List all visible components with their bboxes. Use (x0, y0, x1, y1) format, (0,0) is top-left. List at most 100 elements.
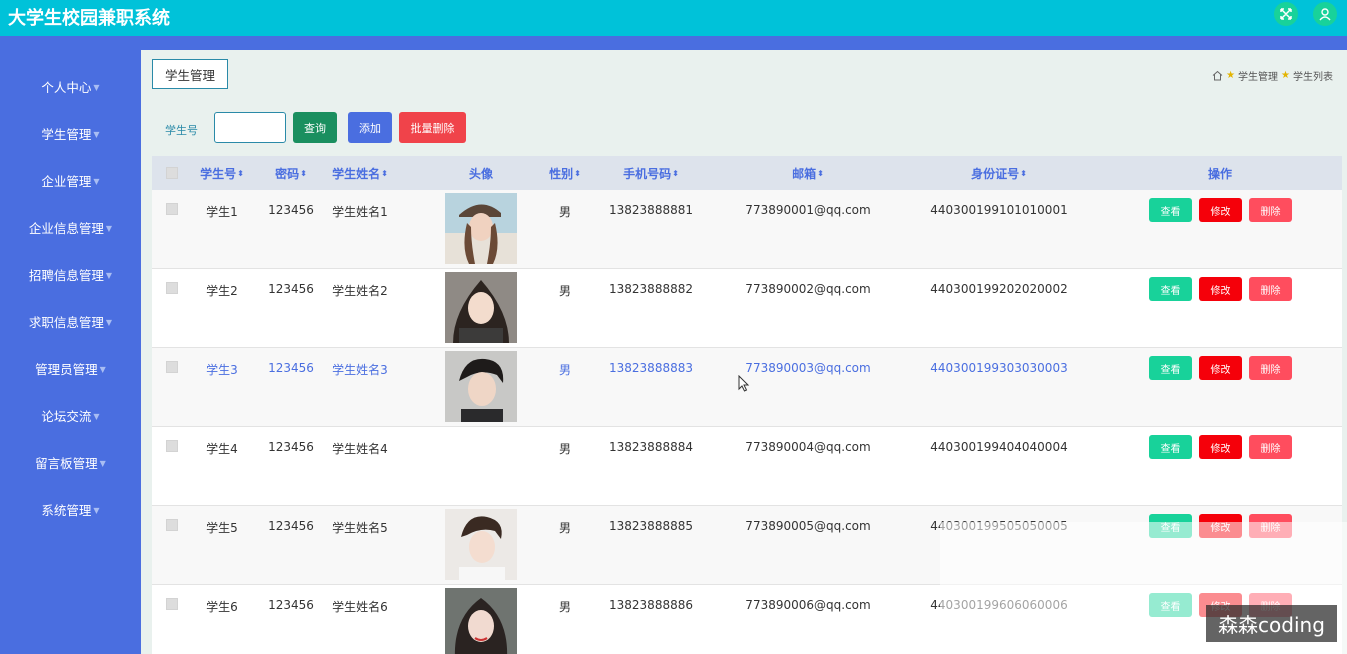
delete-button[interactable]: 删除 (1249, 277, 1292, 301)
cell-student-no: 学生3 (206, 363, 238, 377)
app-title: 大学生校园兼职系统 (8, 8, 170, 29)
chevron-down-icon: ▼ (93, 82, 100, 92)
column-header-student-no[interactable]: 学生号 ⬍ (200, 156, 244, 190)
cell-id-no: 440300199404040004 (930, 440, 1068, 454)
sidebar-item-job-seeking[interactable]: 求职信息管理 ▼ (0, 306, 141, 336)
row-checkbox[interactable] (166, 440, 178, 452)
row-checkbox[interactable] (166, 361, 178, 373)
view-button[interactable]: 查看 (1149, 198, 1192, 222)
chevron-down-icon: ▼ (93, 129, 100, 139)
column-header-label: 密码 (275, 166, 300, 181)
select-all-checkbox[interactable] (166, 167, 178, 179)
sidebar-item-companies[interactable]: 企业管理 ▼ (0, 165, 141, 195)
chevron-down-icon: ▼ (105, 223, 113, 233)
sidebar-item-students[interactable]: 学生管理 ▼ (0, 118, 141, 148)
sidebar-item-label: 系统管理 (41, 502, 92, 518)
cell-phone: 13823888882 (609, 282, 693, 296)
edit-button[interactable]: 修改 (1199, 198, 1242, 222)
sidebar-item-forum[interactable]: 论坛交流 ▼ (0, 400, 141, 430)
chevron-down-icon: ▼ (93, 411, 100, 421)
header-strip (0, 36, 1347, 50)
cell-password: 123456 (268, 598, 314, 612)
add-button[interactable]: 添加 (348, 112, 392, 143)
cell-name: 学生姓名2 (332, 284, 388, 298)
sidebar-item-company-info[interactable]: 企业信息管理 ▼ (0, 212, 141, 242)
column-header-password[interactable]: 密码 ⬍ (275, 156, 307, 190)
view-button[interactable]: 查看 (1149, 356, 1192, 380)
sort-icon: ⬍ (237, 168, 244, 178)
cell-email: 773890003@qq.com (745, 361, 871, 375)
expand-icon[interactable] (1274, 2, 1298, 26)
cell-password: 123456 (268, 361, 314, 375)
home-icon[interactable] (1212, 70, 1223, 81)
user-icon[interactable] (1313, 2, 1337, 26)
column-header-label: 学生号 (200, 166, 237, 181)
column-header-email[interactable]: 邮箱 ⬍ (792, 156, 824, 190)
query-button[interactable]: 查询 (293, 112, 337, 143)
cell-email: 773890006@qq.com (745, 598, 871, 612)
row-checkbox[interactable] (166, 282, 178, 294)
view-button[interactable]: 查看 (1149, 435, 1192, 459)
table-row[interactable]: 学生2 123456 学生姓名2 男 13823888882 773890002… (152, 269, 1342, 348)
cell-email: 773890005@qq.com (745, 519, 871, 533)
cell-gender: 男 (558, 363, 572, 377)
delete-button[interactable]: 删除 (1249, 198, 1292, 222)
cell-gender: 男 (558, 521, 572, 535)
column-header-label: 头像 (468, 166, 494, 181)
cell-name: 学生姓名1 (332, 205, 388, 219)
cell-id-no: 440300199303030003 (930, 361, 1068, 375)
column-header-label: 学生姓名 (332, 166, 381, 181)
column-header-phone[interactable]: 手机号码 ⬍ (623, 156, 679, 190)
sort-icon: ⬍ (817, 168, 824, 178)
cell-gender: 男 (558, 205, 572, 219)
cell-email: 773890001@qq.com (745, 203, 871, 217)
breadcrumb-item[interactable]: 学生管理 (1238, 68, 1278, 83)
table-header: 学生号 ⬍ 密码 ⬍ 学生姓名 ⬍ 头像 性别 ⬍ 手机号码 ⬍ 邮箱 ⬍ 身份证号 ⬍ 操作 (152, 156, 1342, 190)
sidebar-item-system[interactable]: 系统管理 ▼ (0, 494, 141, 524)
watermark: 森森coding (1206, 605, 1337, 642)
sidebar-item-recruitment[interactable]: 招聘信息管理 ▼ (0, 259, 141, 289)
avatar (445, 272, 517, 343)
cell-id-no: 440300199101010001 (930, 203, 1068, 217)
column-header-gender[interactable]: 性别 ⬍ (549, 156, 581, 190)
sidebar-item-message-board[interactable]: 留言板管理 ▼ (0, 447, 141, 477)
top-header: 大学生校园兼职系统 (0, 0, 1347, 36)
mouse-cursor-icon (738, 375, 750, 392)
column-header-name[interactable]: 学生姓名 ⬍ (332, 156, 388, 190)
star-icon: ★ (1226, 70, 1236, 81)
student-no-search-input[interactable] (214, 112, 286, 143)
sidebar-item-label: 论坛交流 (41, 408, 92, 424)
row-checkbox[interactable] (166, 519, 178, 531)
sidebar-item-admins[interactable]: 管理员管理 ▼ (0, 353, 141, 383)
column-header-label: 操作 (1207, 166, 1233, 181)
cell-student-no: 学生5 (206, 521, 238, 535)
sidebar-item-label: 学生管理 (41, 126, 92, 142)
cell-password: 123456 (268, 440, 314, 454)
edit-button[interactable]: 修改 (1199, 435, 1242, 459)
sidebar-item-label: 招聘信息管理 (28, 267, 104, 283)
cell-name: 学生姓名4 (332, 442, 388, 456)
sidebar-item-label: 求职信息管理 (28, 314, 104, 330)
breadcrumb: ★ 学生管理 ★ 学生列表 (1212, 68, 1333, 83)
sort-icon: ⬍ (300, 168, 307, 178)
edit-button[interactable]: 修改 (1199, 356, 1242, 380)
avatar (445, 351, 517, 422)
view-button[interactable]: 查看 (1149, 277, 1192, 301)
row-checkbox[interactable] (166, 203, 178, 215)
column-header-label: 身份证号 (971, 166, 1020, 181)
sidebar-item-label: 管理员管理 (35, 361, 98, 377)
table-row[interactable]: 学生1 123456 学生姓名1 男 13823888881 773890001… (152, 190, 1342, 269)
chevron-down-icon: ▼ (93, 505, 100, 515)
cell-gender: 男 (558, 600, 572, 614)
edit-button[interactable]: 修改 (1199, 277, 1242, 301)
chevron-down-icon: ▼ (105, 317, 113, 327)
table-row[interactable]: 学生4 123456 学生姓名4 男 13823888884 773890004… (152, 427, 1342, 506)
sidebar-item-personal-center[interactable]: 个人中心 ▼ (0, 71, 141, 101)
column-header-avatar: 头像 (469, 156, 493, 190)
row-checkbox[interactable] (166, 598, 178, 610)
delete-button[interactable]: 删除 (1249, 356, 1292, 380)
delete-button[interactable]: 删除 (1249, 435, 1292, 459)
column-header-id-no[interactable]: 身份证号 ⬍ (971, 156, 1027, 190)
cell-password: 123456 (268, 519, 314, 533)
bulk-delete-button[interactable]: 批量删除 (399, 112, 466, 143)
